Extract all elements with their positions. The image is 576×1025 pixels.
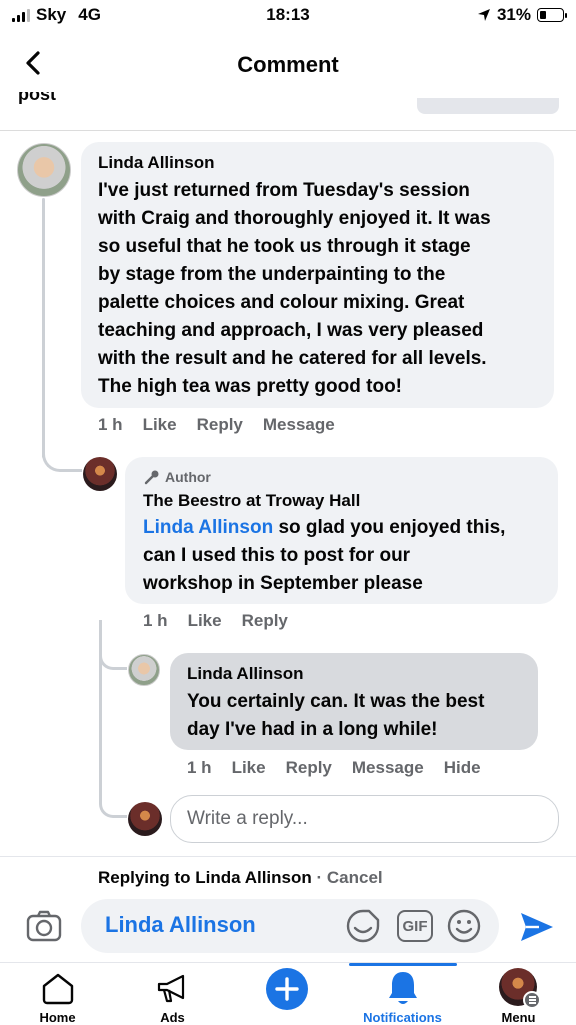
comment-line: The high tea was pretty good too! bbox=[98, 376, 402, 397]
send-icon[interactable] bbox=[519, 910, 555, 944]
reply-time: 1 h bbox=[143, 611, 168, 630]
nested-reply-text: You certainly can. It was the best day I… bbox=[187, 688, 532, 744]
comment-line: I've just returned from Tuesday's sessio… bbox=[98, 180, 470, 201]
nav-label: Home bbox=[39, 1010, 76, 1025]
reply-button[interactable]: Reply bbox=[197, 415, 243, 435]
avatar[interactable] bbox=[17, 143, 71, 197]
comment-text: I've just returned from Tuesday's sessio… bbox=[98, 177, 548, 401]
status-bar: Sky 4G 18:13 31% bbox=[0, 0, 576, 32]
comment-line: palette choices and colour mixing. Great bbox=[98, 292, 465, 313]
message-button[interactable]: Message bbox=[352, 758, 424, 778]
comment-line: by stage from the underpainting to the bbox=[98, 264, 446, 285]
reply-text: Linda Allinson so glad you enjoyed this,… bbox=[143, 514, 553, 598]
microphone-icon bbox=[144, 470, 159, 485]
nav-label: Ads bbox=[160, 1010, 185, 1025]
author-badge-label: Author bbox=[165, 469, 211, 485]
comment-line: teaching and approach, I was very please… bbox=[98, 320, 484, 341]
comment-author[interactable]: Linda Allinson bbox=[98, 153, 214, 173]
thread-curve-nested-1 bbox=[99, 640, 127, 670]
message-button[interactable]: Message bbox=[263, 415, 335, 435]
header-divider bbox=[0, 130, 576, 131]
reply-author[interactable]: The Beestro at Troway Hall bbox=[143, 491, 360, 511]
write-reply-input[interactable]: Write a reply... bbox=[170, 795, 559, 843]
nested-reply-line: You certainly can. It was the best bbox=[187, 691, 485, 712]
like-button[interactable]: Like bbox=[232, 758, 266, 778]
home-icon bbox=[42, 973, 74, 1005]
avatar bbox=[128, 802, 162, 836]
battery-percent: 31% bbox=[496, 5, 531, 24]
thread-curve-nested-2 bbox=[99, 790, 127, 818]
active-tab-indicator bbox=[349, 963, 457, 966]
replying-name: Linda Allinson bbox=[195, 868, 312, 887]
camera-icon[interactable] bbox=[26, 909, 62, 943]
page-title: Comment bbox=[237, 52, 339, 77]
battery-icon bbox=[537, 8, 567, 22]
comment-line: with Craig and thoroughly enjoyed it. It… bbox=[98, 208, 491, 229]
author-badge: Author bbox=[143, 469, 211, 485]
status-right: 31% bbox=[477, 5, 567, 25]
mention-link[interactable]: Linda Allinson bbox=[143, 517, 273, 538]
plus-icon bbox=[266, 968, 308, 1010]
hide-button[interactable]: Hide bbox=[444, 758, 481, 778]
comment-actions: 1 h Like Reply Message bbox=[98, 415, 335, 435]
bottom-nav: Home Ads Notifications Menu bbox=[0, 962, 576, 1025]
reply-line: can I used this to post for our bbox=[143, 545, 411, 566]
nested-reply-line: day I've had in a long while! bbox=[187, 719, 438, 740]
emoji-icon[interactable] bbox=[446, 908, 482, 944]
comment-time: 1 h bbox=[98, 415, 123, 434]
nav-label: Notifications bbox=[363, 1010, 442, 1025]
comment-line: with the result and he catered for all l… bbox=[98, 348, 487, 369]
gif-icon[interactable]: GIF bbox=[397, 910, 433, 942]
nested-reply-author[interactable]: Linda Allinson bbox=[187, 664, 303, 684]
sticker-icon[interactable] bbox=[345, 908, 381, 944]
replying-prefix: Replying to bbox=[98, 868, 196, 887]
bell-icon bbox=[389, 972, 417, 1004]
reply-line-rest: so glad you enjoyed this, bbox=[273, 517, 506, 538]
reply-line: Linda Allinson so glad you enjoyed this, bbox=[143, 514, 553, 542]
nested-reply-actions: 1 h Like Reply Message Hide bbox=[187, 758, 481, 778]
avatar[interactable] bbox=[83, 457, 117, 491]
replying-bar: Replying to Linda Allinson · Cancel bbox=[98, 868, 383, 888]
replying-separator: · bbox=[311, 868, 327, 887]
gif-label: GIF bbox=[402, 917, 428, 935]
composer-divider bbox=[0, 856, 576, 857]
nav-label: Menu bbox=[501, 1010, 536, 1025]
comment-line: so useful that he took us through it sta… bbox=[98, 236, 471, 257]
location-arrow-icon bbox=[477, 9, 490, 21]
like-button[interactable]: Like bbox=[143, 415, 177, 435]
menu-badge-icon bbox=[523, 991, 541, 1009]
cancel-button[interactable]: Cancel bbox=[327, 868, 383, 887]
reply-actions: 1 h Like Reply bbox=[143, 611, 288, 631]
write-reply-placeholder: Write a reply... bbox=[187, 808, 308, 829]
avatar[interactable] bbox=[128, 654, 160, 686]
header: Comment bbox=[0, 40, 576, 92]
composer-text[interactable]: Linda Allinson bbox=[105, 912, 256, 938]
reply-line: workshop in September please bbox=[143, 573, 423, 594]
post-peek-box bbox=[417, 98, 559, 114]
like-button[interactable]: Like bbox=[188, 611, 222, 631]
nested-reply-time: 1 h bbox=[187, 758, 212, 777]
thread-curve bbox=[42, 430, 82, 472]
thread-line bbox=[42, 198, 45, 458]
reply-button[interactable]: Reply bbox=[286, 758, 332, 778]
megaphone-icon bbox=[157, 974, 185, 1003]
reply-button[interactable]: Reply bbox=[242, 611, 288, 631]
